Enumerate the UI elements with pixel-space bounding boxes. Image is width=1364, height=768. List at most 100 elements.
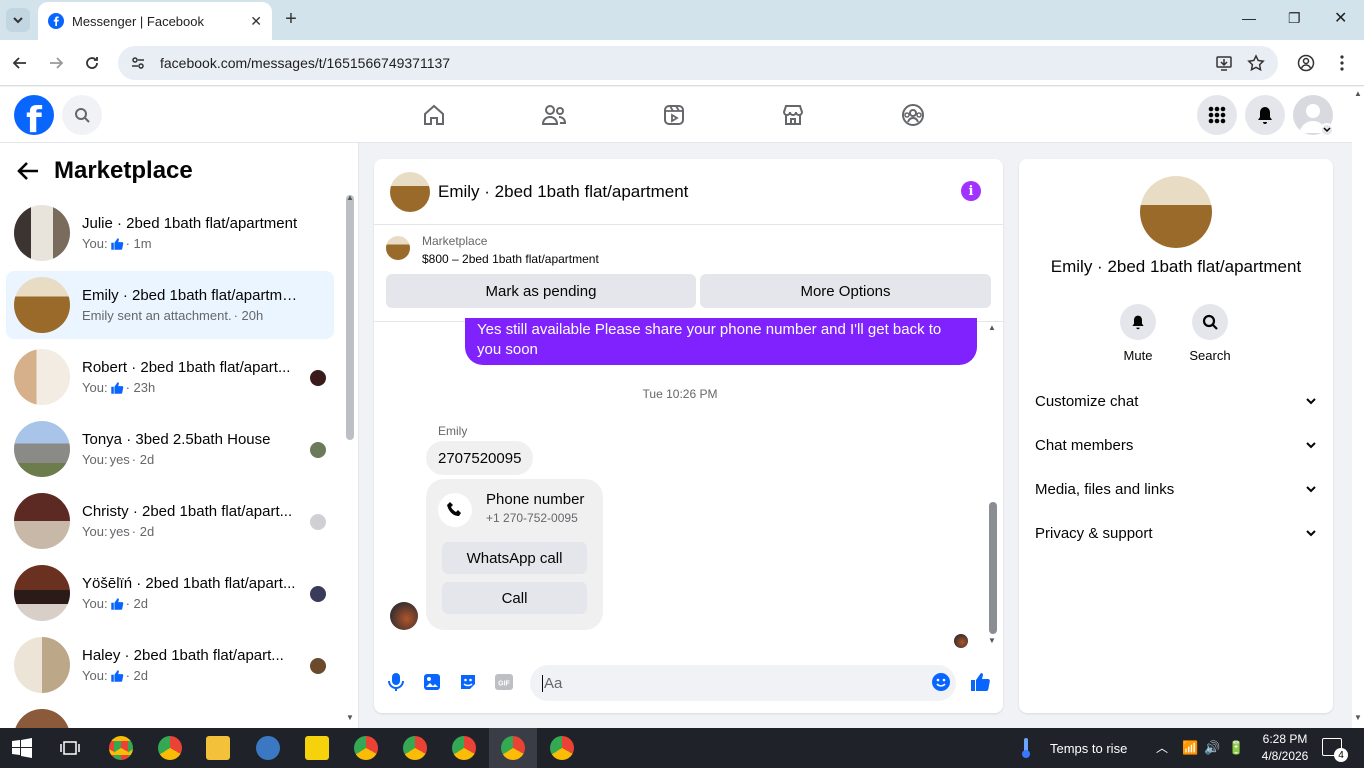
contact-avatar[interactable] (1140, 176, 1212, 248)
volume-icon[interactable]: 🔊 (1204, 740, 1220, 756)
sender-avatar[interactable] (390, 602, 418, 630)
profile-button[interactable] (1296, 53, 1316, 73)
info-section-row[interactable]: Chat members (1035, 433, 1317, 457)
listing-title[interactable]: $800 – 2bed 1bath flat/apartment (422, 252, 599, 266)
chrome-n-icon[interactable] (403, 736, 427, 760)
address-bar[interactable]: facebook.com/messages/t/1651566749371137 (118, 46, 1278, 80)
browser-menu-button[interactable] (1332, 53, 1352, 73)
weather-text[interactable]: Temps to rise (1050, 741, 1127, 756)
minimize-button[interactable]: — (1242, 10, 1256, 26)
info-section-label: Chat members (1035, 436, 1134, 454)
nav-marketplace[interactable] (779, 101, 807, 129)
scroll-up-icon[interactable]: ▲ (346, 193, 354, 202)
call-button[interactable]: Call (442, 582, 587, 614)
microphone-icon[interactable] (385, 671, 407, 693)
page-scrollbar[interactable]: ▲ ▼ (1352, 87, 1364, 728)
conversation-item[interactable]: Kadeesha · 2bed 1bath flat/apar... (6, 703, 334, 728)
maximize-button[interactable]: ❐ (1288, 10, 1301, 27)
chat-avatar[interactable] (390, 171, 430, 212)
forward-button[interactable] (46, 53, 66, 73)
nav-groups[interactable] (899, 101, 927, 129)
browser-tab[interactable]: Messenger | Facebook ✕ (38, 2, 272, 40)
close-window-button[interactable]: ✕ (1334, 8, 1347, 28)
more-options-button[interactable]: More Options (700, 274, 991, 308)
new-tab-button[interactable]: + (280, 8, 302, 30)
info-icon[interactable]: i (961, 181, 981, 201)
mark-pending-button[interactable]: Mark as pending (386, 274, 696, 308)
battery-icon[interactable]: 🔋 (1228, 740, 1244, 756)
facebook-search-button[interactable] (62, 95, 102, 135)
emoji-icon[interactable] (930, 671, 952, 693)
bookmark-button[interactable] (1246, 53, 1266, 73)
gif-icon[interactable]: GIF (493, 671, 515, 693)
mute-action[interactable]: Mute (1108, 304, 1168, 363)
conversation-item[interactable]: Haley · 2bed 1bath flat/apart... You: · 2d (6, 631, 334, 699)
start-button[interactable] (12, 738, 32, 763)
chat-scroll-down-icon[interactable]: ▼ (988, 636, 996, 645)
paint-app-icon[interactable] (256, 736, 280, 760)
chrome-taskbar-icon[interactable] (109, 736, 133, 760)
listing-thumbnail[interactable] (386, 236, 410, 260)
kebab-menu-icon (1340, 55, 1344, 71)
menu-button[interactable] (1197, 95, 1237, 135)
network-icon[interactable]: 📶 (1182, 740, 1198, 756)
chat-title[interactable]: Emily · 2bed 1bath flat/apartment (438, 182, 688, 202)
whatsapp-call-button[interactable]: WhatsApp call (442, 542, 587, 574)
reload-button[interactable] (82, 53, 102, 73)
conversation-item[interactable]: Christy · 2bed 1bath flat/apart... You: ye… (6, 487, 334, 555)
install-app-button[interactable] (1214, 53, 1234, 73)
nav-home[interactable] (420, 101, 448, 129)
tab-close-icon[interactable]: ✕ (250, 13, 262, 30)
clock-time[interactable]: 6:28 PM (1257, 732, 1313, 746)
sticky-notes-icon[interactable] (305, 736, 329, 760)
back-button[interactable] (10, 53, 30, 73)
conversation-item[interactable]: Yöšēlïń · 2bed 1bath flat/apart... You: · … (6, 559, 334, 627)
info-section-label: Customize chat (1035, 392, 1139, 410)
nav-watch[interactable] (660, 101, 688, 129)
photo-icon[interactable] (421, 671, 443, 693)
clock-date[interactable]: 4/8/2026 (1257, 749, 1313, 763)
like-send-icon[interactable] (969, 671, 991, 693)
search-action[interactable]: Search (1180, 304, 1240, 363)
conversation-item[interactable]: Julie · 2bed 1bath flat/apartment You: · 1… (6, 199, 334, 267)
conversation-item[interactable]: Robert · 2bed 1bath flat/apart... You: · 2… (6, 343, 334, 411)
conversation-avatar (14, 277, 70, 333)
sticker-icon[interactable] (457, 671, 479, 693)
incoming-message[interactable]: 2707520095 (426, 441, 534, 475)
message-input[interactable]: Aa (530, 665, 956, 701)
account-chevron-icon[interactable] (1320, 123, 1334, 137)
chrome-active-icon[interactable] (501, 736, 525, 760)
conversation-name: Tonya · 3bed 2.5bath House (82, 431, 271, 448)
conversation-item[interactable]: Tonya · 3bed 2.5bath House You: yes · 2d (6, 415, 334, 483)
back-arrow-icon[interactable] (16, 161, 42, 183)
info-section-row[interactable]: Customize chat (1035, 389, 1317, 413)
outgoing-message[interactable]: Yes still available Please share your ph… (465, 318, 977, 365)
info-section-row[interactable]: Media, files and links (1035, 477, 1317, 501)
home-icon (424, 104, 444, 125)
tray-chevron-icon[interactable]: ︿ (1156, 739, 1168, 756)
scroll-down-icon[interactable]: ▼ (346, 713, 354, 722)
page-scroll-down-icon[interactable]: ▼ (1354, 713, 1362, 722)
chat-scrollbar[interactable] (989, 502, 997, 634)
tab-search-button[interactable] (6, 8, 30, 32)
info-section-row[interactable]: Privacy & support (1035, 521, 1317, 545)
notifications-button[interactable] (1245, 95, 1285, 135)
nav-friends[interactable] (540, 101, 568, 129)
sidebar-scrollbar[interactable] (346, 195, 354, 440)
chrome-profile-3-icon[interactable] (550, 736, 574, 760)
file-explorer-icon[interactable] (206, 736, 230, 760)
conversation-item[interactable]: Emily · 2bed 1bath flat/apartment Emily s… (6, 271, 334, 339)
conversation-avatar (14, 637, 70, 693)
page-scroll-up-icon[interactable]: ▲ (1354, 89, 1362, 98)
thermometer-icon (1020, 737, 1032, 764)
chrome-profile-taskbar-icon[interactable] (158, 736, 182, 760)
facebook-logo[interactable]: f (14, 95, 54, 135)
chevron-down-icon (1323, 127, 1331, 133)
task-view-icon (60, 741, 80, 755)
chrome-profile-2-icon[interactable] (452, 736, 476, 760)
chrome-s-icon[interactable] (354, 736, 378, 760)
task-view-button[interactable] (60, 738, 80, 763)
preview-time: · 2d (131, 524, 155, 539)
chat-scroll-up-icon[interactable]: ▲ (988, 323, 996, 332)
site-settings-icon[interactable] (130, 55, 146, 71)
